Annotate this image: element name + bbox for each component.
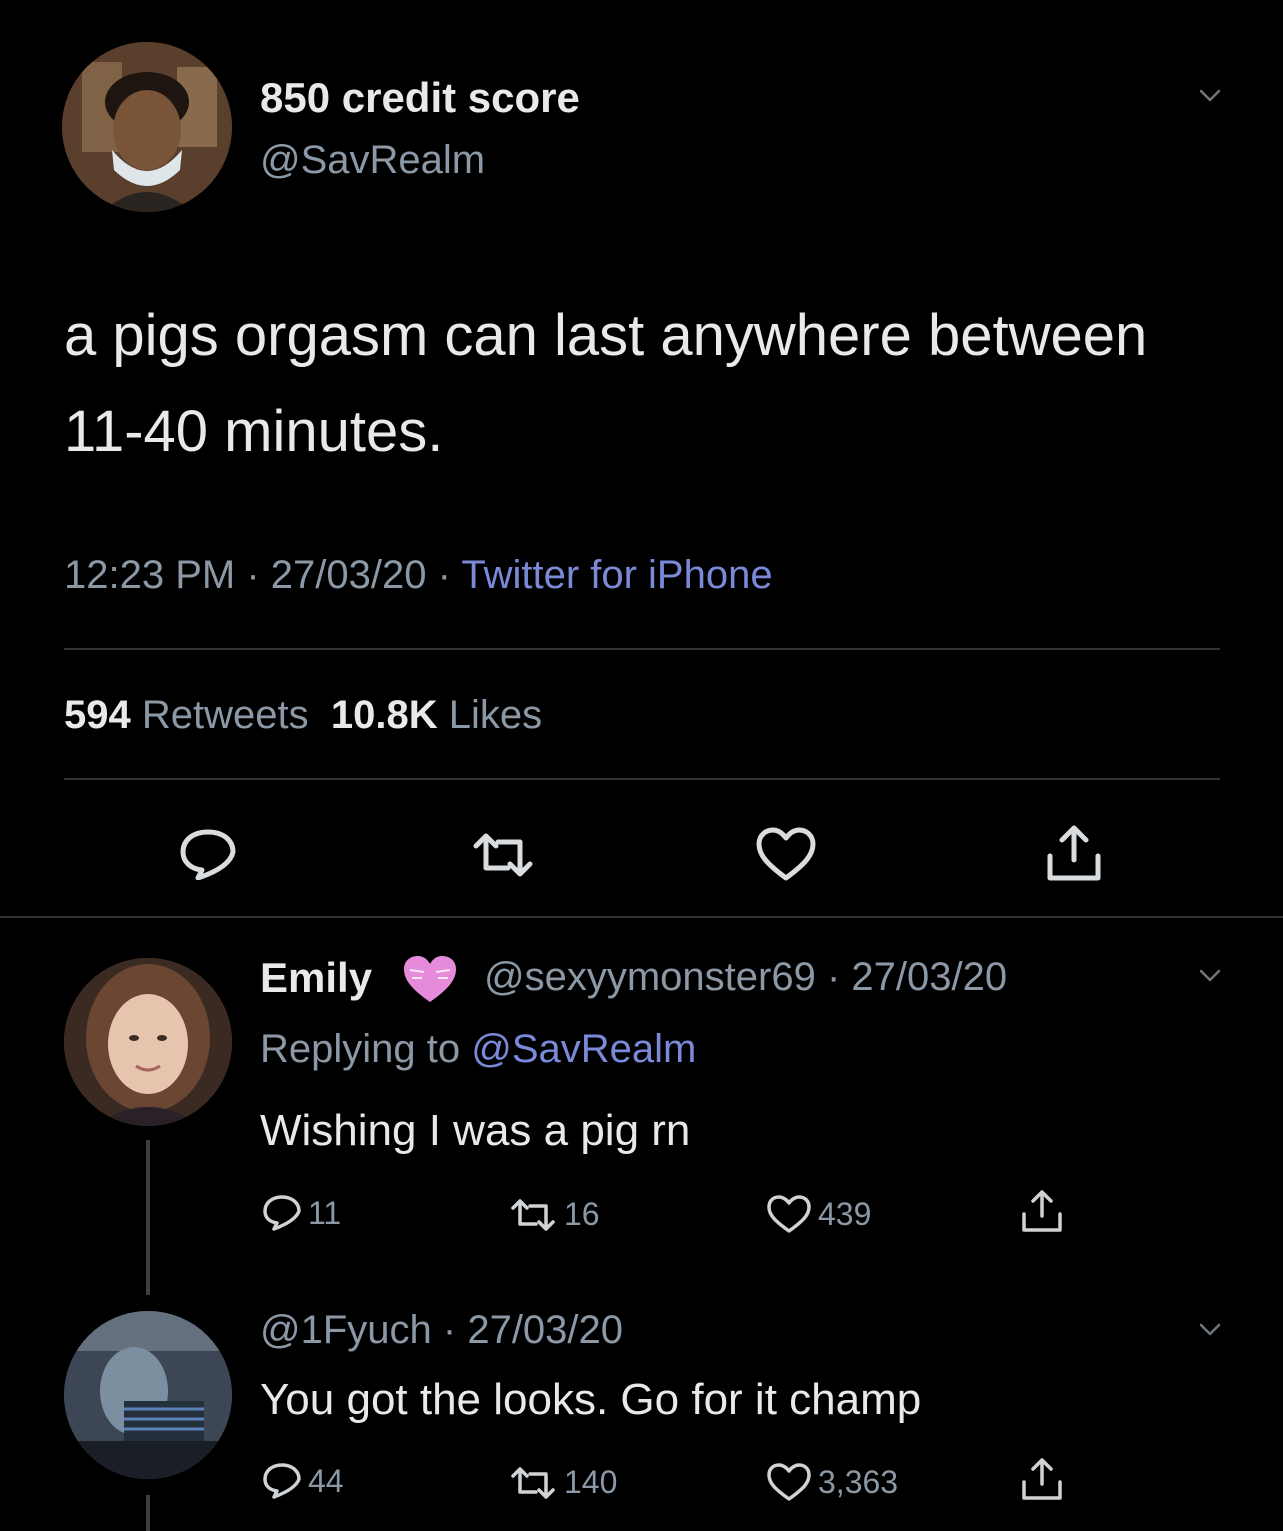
likes-stat[interactable]: 10.8K Likes — [331, 693, 542, 737]
tweet-text: a pigs orgasm can last anywhere between … — [64, 303, 1148, 464]
heart-icon — [767, 1195, 811, 1233]
like-heart-icon[interactable] — [755, 826, 817, 882]
replying-label: Replying to — [260, 1027, 461, 1071]
retweet-button[interactable]: 140 — [508, 1464, 617, 1501]
retweets-count: 594 — [64, 693, 131, 737]
chevron-down-icon[interactable] — [1198, 964, 1222, 988]
divider — [0, 916, 1283, 918]
retweets-stat[interactable]: 594 Retweets — [64, 693, 309, 737]
reply-text: Wishing I was a pig rn — [260, 1106, 691, 1155]
reply-count: 11 — [308, 1194, 342, 1231]
tweet-source-link[interactable]: Twitter for iPhone — [461, 553, 772, 597]
reply-icon — [263, 1463, 301, 1499]
tweet-meta: 12:23 PM · 27/03/20 · Twitter for iPhone — [64, 553, 773, 598]
like-count: 439 — [818, 1195, 872, 1232]
reply-icon — [263, 1195, 301, 1231]
retweets-label: Retweets — [141, 693, 309, 737]
author-avatar[interactable] — [62, 42, 232, 212]
tweet-time: 12:23 PM — [64, 553, 236, 597]
reply-button[interactable]: 44 — [262, 1462, 344, 1500]
reply-count: 44 — [308, 1462, 344, 1499]
retweet-count: 140 — [564, 1464, 618, 1500]
share-button[interactable] — [1020, 1456, 1064, 1502]
share-icon — [1022, 1190, 1062, 1232]
reply-author-avatar[interactable] — [64, 958, 232, 1126]
share-icon — [1022, 1458, 1062, 1500]
share-button[interactable] — [1020, 1188, 1064, 1234]
retweet-icon — [511, 1198, 555, 1231]
like-count: 3,363 — [818, 1463, 899, 1500]
replying-mention-link[interactable]: @SavRealm — [471, 1027, 696, 1071]
chevron-down-icon[interactable] — [1198, 1318, 1222, 1342]
author-display-name[interactable]: 850 credit score — [260, 74, 580, 122]
avatar-image — [64, 958, 232, 1126]
divider — [64, 648, 1220, 650]
thread-line — [146, 1140, 150, 1295]
divider — [64, 778, 1220, 780]
retweet-count: 16 — [564, 1196, 600, 1232]
reply-handle-date[interactable]: @1Fyuch · 27/03/20 — [260, 1308, 623, 1353]
author-handle[interactable]: @SavRealm — [260, 138, 485, 183]
replying-to: Replying to @SavRealm — [260, 1027, 696, 1072]
likes-label: Likes — [448, 693, 543, 737]
pink-heart-emoji-icon — [400, 952, 460, 1006]
tweet-date: 27/03/20 — [270, 553, 427, 597]
reply-author-avatar[interactable] — [64, 1311, 232, 1479]
likes-count: 10.8K — [330, 693, 438, 737]
reply-handle-date[interactable]: @sexyymonster69 · 27/03/20 — [484, 955, 1007, 1000]
retweet-icon — [511, 1466, 555, 1499]
reply-icon[interactable] — [178, 828, 238, 880]
avatar-image — [62, 42, 232, 212]
avatar-image — [64, 1311, 232, 1479]
like-button[interactable]: 439 — [766, 1194, 871, 1234]
reply-author-name[interactable]: Emily — [260, 954, 372, 1002]
tweet-stats: 594 Retweets 10.8K Likes — [64, 693, 542, 738]
reply-button[interactable]: 11 — [262, 1194, 341, 1232]
chevron-down-icon[interactable] — [1198, 84, 1222, 108]
heart-icon — [767, 1463, 811, 1501]
thread-line — [146, 1495, 150, 1531]
like-button[interactable]: 3,363 — [766, 1462, 898, 1502]
reply-text: You got the looks. Go for it champ — [260, 1375, 922, 1424]
meta-separator: · — [246, 553, 260, 597]
meta-separator: · — [437, 553, 451, 597]
retweet-icon[interactable] — [468, 830, 538, 880]
share-icon[interactable] — [1044, 822, 1104, 884]
retweet-button[interactable]: 16 — [508, 1196, 600, 1233]
